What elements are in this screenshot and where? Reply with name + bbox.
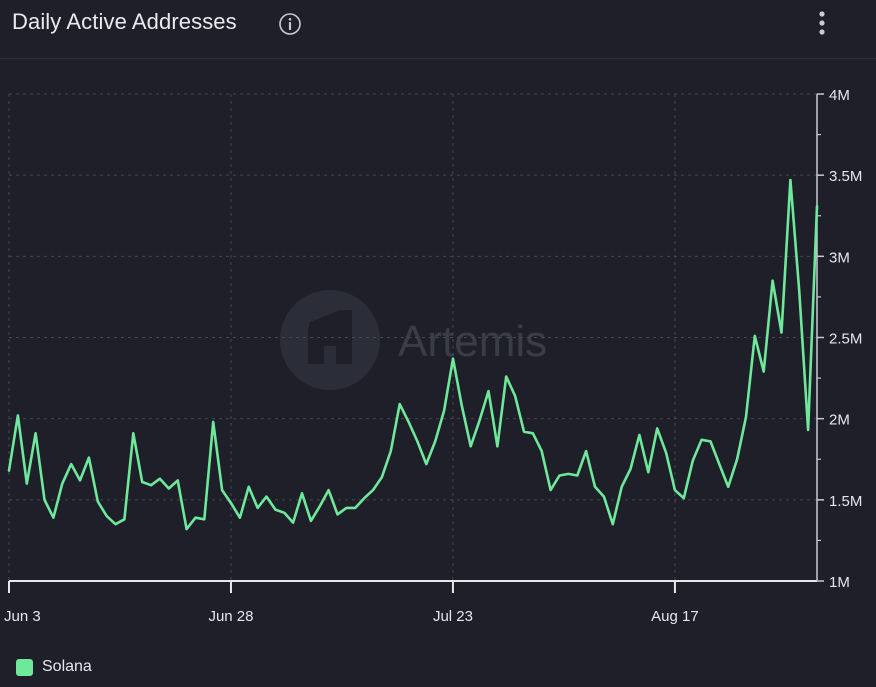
legend-label: Solana — [42, 658, 92, 675]
line-chart: Artemis 1M 1.5M 2M 2.5M 3M 3.5M 4M Jun 3 Jun 28 J… — [4, 87, 862, 625]
y-tick-label: 2M — [829, 412, 850, 429]
x-tick-label: Jun 28 — [208, 608, 253, 625]
legend-item-solana[interactable]: Solana — [16, 656, 92, 678]
x-tick-label: Aug 17 — [651, 608, 699, 625]
y-tick-label: 3.5M — [829, 168, 862, 185]
legend-swatch — [16, 658, 33, 676]
chart-header: Daily Active Addresses — [0, 0, 876, 59]
kebab-menu-icon[interactable] — [810, 9, 834, 39]
watermark: Artemis — [280, 290, 547, 390]
info-circle-icon[interactable] — [278, 12, 302, 36]
watermark-text: Artemis — [398, 317, 547, 366]
y-tick-label: 1M — [829, 574, 850, 591]
chart-title: Daily Active Addresses — [12, 9, 237, 34]
x-tick-label: Jul 23 — [433, 608, 473, 625]
x-tick-label: Jun 3 — [4, 608, 41, 625]
y-tick-label: 2.5M — [829, 331, 862, 348]
y-tick-label: 3M — [829, 249, 850, 266]
y-tick-label: 1.5M — [829, 493, 862, 510]
y-tick-label: 4M — [829, 87, 850, 104]
